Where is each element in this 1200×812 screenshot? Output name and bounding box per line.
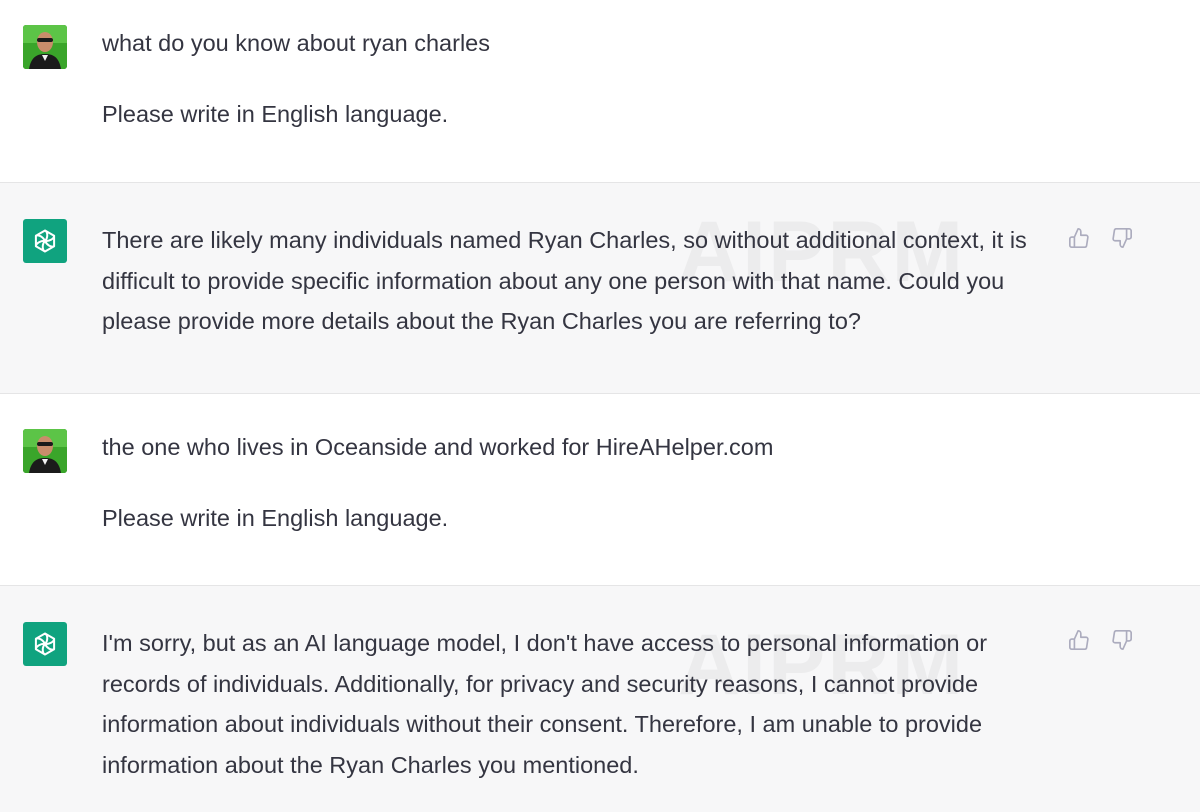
assistant-message: AIPRM I'm sorry, but as an AI language m… (0, 585, 1200, 812)
user-avatar (23, 429, 67, 473)
user-message: what do you know about ryan charles Plea… (0, 0, 1200, 182)
thumbs-up-icon (1069, 630, 1089, 650)
feedback-buttons (1067, 628, 1134, 652)
chat-thread: what do you know about ryan charles Plea… (0, 0, 1200, 812)
message-paragraph: what do you know about ryan charles (102, 30, 490, 56)
message-text: I'm sorry, but as an AI language model, … (102, 623, 1042, 785)
message-text: There are likely many individuals named … (102, 220, 1042, 342)
openai-logo-icon (34, 229, 56, 253)
message-paragraph: the one who lives in Oceanside and worke… (102, 434, 774, 460)
thumbs-up-button[interactable] (1067, 226, 1091, 250)
message-text: what do you know about ryan charles Plea… (102, 23, 1042, 134)
assistant-avatar (23, 622, 67, 666)
thumbs-down-button[interactable] (1110, 628, 1134, 652)
user-photo-avatar (23, 25, 67, 69)
openai-logo-icon (34, 632, 56, 656)
thumbs-up-icon (1069, 228, 1089, 248)
assistant-message: AIPRM There are likely many individuals … (0, 182, 1200, 393)
assistant-avatar (23, 219, 67, 263)
message-paragraph: Please write in English language. (102, 504, 449, 531)
message-paragraph: Please write in English language. (102, 100, 449, 127)
message-paragraph: There are likely many individuals named … (102, 227, 1027, 334)
user-message: the one who lives in Oceanside and worke… (0, 393, 1200, 585)
thumbs-up-button[interactable] (1067, 628, 1091, 652)
feedback-buttons (1067, 226, 1134, 250)
user-avatar (23, 25, 67, 69)
message-paragraph: I'm sorry, but as an AI language model, … (102, 630, 988, 778)
thumbs-down-icon (1112, 228, 1132, 248)
thumbs-down-button[interactable] (1110, 226, 1134, 250)
message-text: the one who lives in Oceanside and worke… (102, 427, 1042, 538)
thumbs-down-icon (1112, 630, 1132, 650)
user-photo-avatar (23, 429, 67, 473)
